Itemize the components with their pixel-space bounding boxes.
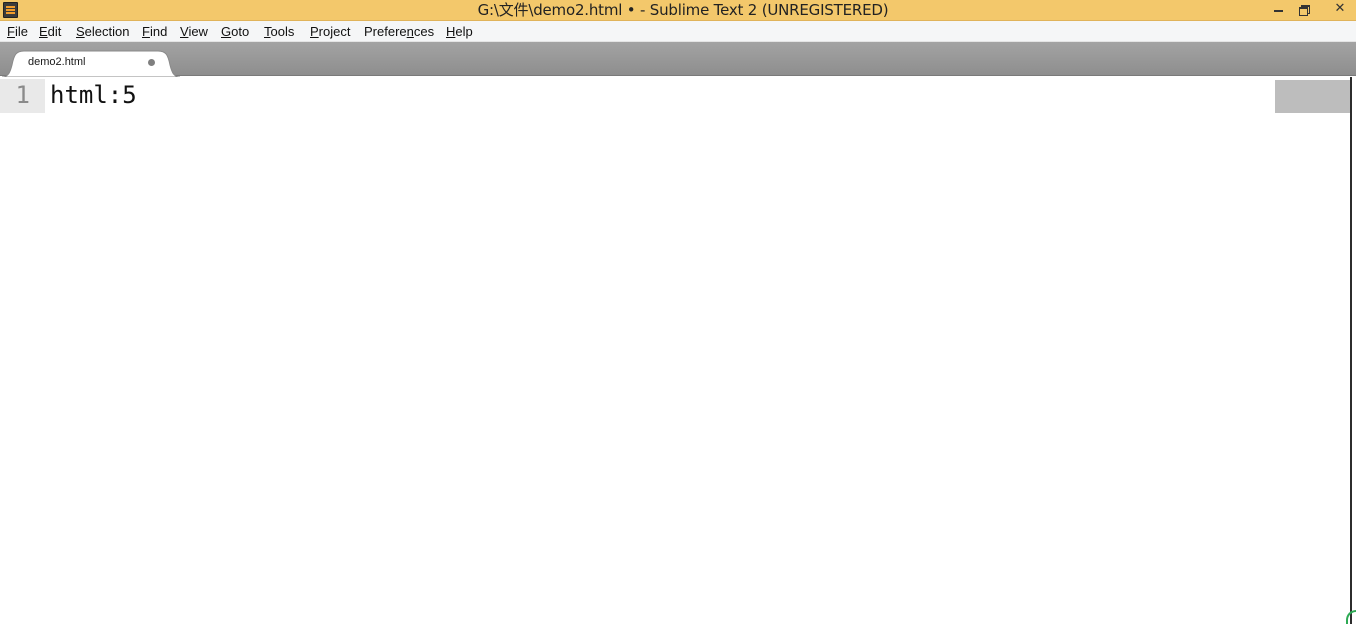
minimap-viewport[interactable]: [1275, 80, 1350, 113]
menu-find[interactable]: Find: [142, 24, 167, 39]
tab-label: demo2.html: [28, 56, 86, 68]
tab-bar: demo2.html: [0, 42, 1356, 77]
menu-edit[interactable]: Edit: [39, 24, 61, 39]
vertical-scrollbar[interactable]: [1350, 77, 1356, 624]
menu-file[interactable]: File: [7, 24, 28, 39]
menu-goto[interactable]: Goto: [221, 24, 249, 39]
close-button[interactable]: ✕: [1327, 0, 1353, 20]
menu-selection[interactable]: Selection: [76, 24, 129, 39]
close-icon: ✕: [1334, 1, 1346, 16]
unsaved-dot-icon[interactable]: [148, 59, 155, 66]
menu-view[interactable]: View: [180, 24, 208, 39]
code-line[interactable]: html:5: [50, 80, 137, 110]
restore-icon: [1299, 5, 1310, 16]
menu-help[interactable]: Help: [446, 24, 473, 39]
window-title: G:\文件\demo2.html • - Sublime Text 2 (UNR…: [477, 1, 889, 19]
tab-demo2-html[interactable]: demo2.html: [2, 49, 180, 77]
menu-project[interactable]: Project: [310, 24, 350, 39]
minimize-icon: [1273, 10, 1283, 12]
line-number: 1: [15, 81, 30, 109]
menu-bar: File Edit Selection Find View Goto Tools…: [0, 21, 1356, 42]
title-bar: G:\文件\demo2.html • - Sublime Text 2 (UNR…: [0, 0, 1356, 21]
menu-preferences[interactable]: Preferences: [364, 24, 434, 39]
menu-tools[interactable]: Tools: [264, 24, 294, 39]
editor-area[interactable]: 1 html:5: [0, 77, 1350, 624]
restore-button[interactable]: [1291, 0, 1317, 20]
minimize-button[interactable]: [1265, 0, 1291, 20]
